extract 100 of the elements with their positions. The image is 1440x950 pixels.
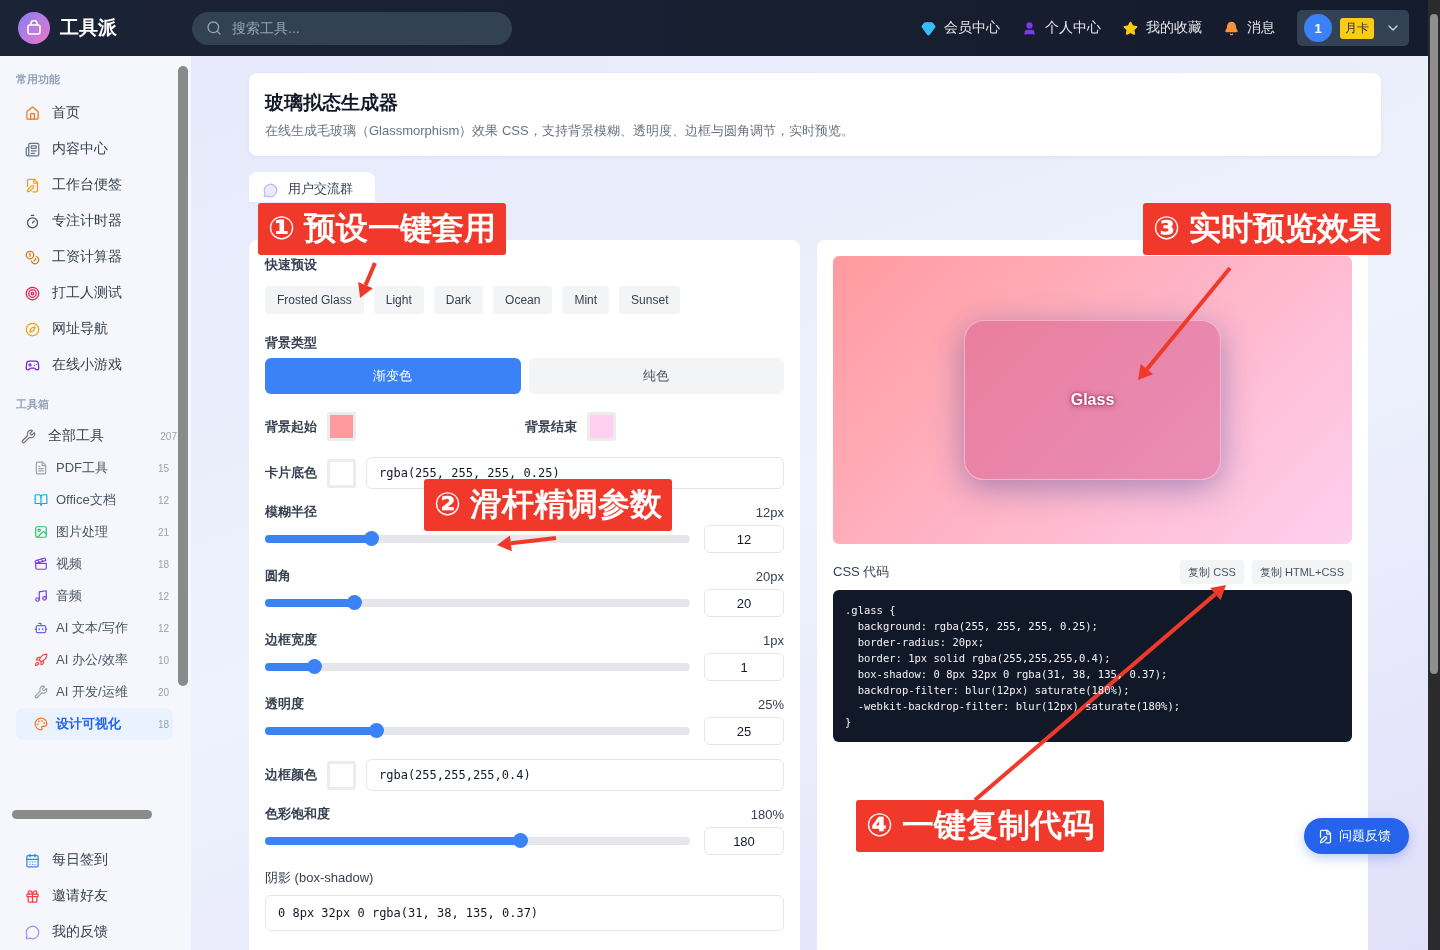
number-field[interactable]: 180 <box>704 827 784 855</box>
color-value-field[interactable]: rgba(255,255,255,0.4) <box>366 759 784 791</box>
copy-button[interactable]: 复制 HTML+CSS <box>1251 560 1352 584</box>
slider-thumb[interactable] <box>364 531 380 546</box>
number-field[interactable]: 25 <box>704 717 784 745</box>
nav-link[interactable]: 我的收藏 <box>1123 19 1202 37</box>
preset-button[interactable]: Light <box>373 286 424 314</box>
sidebar-item[interactable]: 网址导航 <box>16 311 173 347</box>
sidebar-item[interactable]: 图片处理 21 <box>16 516 173 548</box>
scrollbar[interactable] <box>178 66 188 686</box>
slider-label: 边框宽度 <box>265 631 317 649</box>
scrollbar[interactable] <box>12 809 152 819</box>
copy-button[interactable]: 复制 CSS <box>1180 560 1244 584</box>
sidebar-item[interactable]: 在线小游戏 <box>16 347 173 383</box>
feedback-button[interactable]: 问题反馈 <box>1304 818 1409 854</box>
tool-category-icon <box>34 685 48 699</box>
segment-button[interactable]: 渐变色 <box>265 358 521 394</box>
sidebar-item[interactable]: 工资计算器 <box>16 239 173 275</box>
sidebar-item[interactable]: 打工人测试 <box>16 275 173 311</box>
item-count: 207 <box>160 430 177 442</box>
menu-icon <box>25 285 40 301</box>
sidebar-item[interactable]: 我的反馈 <box>16 914 173 950</box>
segment-button[interactable]: 纯色 <box>528 358 784 394</box>
nav-link[interactable]: 消息 <box>1224 19 1275 37</box>
item-count: 10 <box>157 654 169 666</box>
star-icon <box>1123 20 1138 36</box>
color-swatch[interactable] <box>327 412 356 441</box>
field-label: 背景结束 <box>524 417 577 436</box>
code-line: -webkit-backdrop-filter: blur(12px) saturate(180%); <box>856 699 1182 714</box>
tool-category-icon <box>34 589 48 603</box>
tool-category-icon <box>34 717 48 731</box>
slider-reading: 12px <box>755 504 784 520</box>
logo-text[interactable]: 工具派 <box>60 15 192 41</box>
sidebar-item[interactable]: 每日签到 <box>16 842 173 878</box>
preset-button[interactable]: Ocean <box>493 286 553 314</box>
menu-icon <box>25 852 40 868</box>
sidebar-item[interactable]: AI 办公/效率 10 <box>16 644 173 676</box>
tools-icon <box>21 428 36 444</box>
slider-thumb[interactable] <box>306 659 322 674</box>
slider-reading: 1px <box>763 632 784 648</box>
callout-label: ① 预设一键套用 <box>258 203 506 255</box>
page-title: 玻璃拟态生成器 <box>265 91 399 115</box>
shadow-field[interactable]: 0 8px 32px 0 rgba(31, 38, 135, 0.37) <box>265 895 784 931</box>
sidebar-item[interactable]: 内容中心 <box>16 131 173 167</box>
slider-thumb[interactable] <box>368 723 384 738</box>
sidebar-item[interactable]: 视频 18 <box>16 548 173 580</box>
user-icon <box>1022 20 1037 36</box>
search-icon <box>206 19 222 36</box>
code-line: border: 1px solid rgba(255,255,255,0.4); <box>856 651 1112 666</box>
color-swatch[interactable] <box>586 412 616 441</box>
membership-badge: 月卡 <box>1340 17 1374 39</box>
tool-category-icon <box>34 461 48 475</box>
sidebar-item[interactable]: 工作台便签 <box>16 167 173 203</box>
tool-category-icon <box>34 557 48 571</box>
tool-category-icon <box>34 653 48 667</box>
menu-icon <box>25 321 40 337</box>
item-count: 21 <box>157 526 169 538</box>
menu-icon <box>25 357 40 373</box>
preset-button[interactable]: Mint <box>562 286 610 314</box>
menu-icon <box>25 249 40 265</box>
tool-category-icon <box>34 621 48 635</box>
sidebar-item[interactable]: 邀请好友 <box>16 878 173 914</box>
slider-thumb[interactable] <box>347 595 363 610</box>
slider-reading: 20px <box>755 568 784 584</box>
search-field[interactable]: 搜索工具... <box>192 11 512 45</box>
item-count: 20 <box>157 686 169 698</box>
number-field[interactable]: 12 <box>704 525 784 553</box>
sidebar-item[interactable]: Office文档 12 <box>16 484 173 516</box>
sidebar-item[interactable]: AI 开发/运维 20 <box>16 676 173 708</box>
section-label: 背景类型 <box>265 334 318 352</box>
sidebar-item[interactable]: 设计可视化 18 <box>16 708 173 740</box>
field-label: 边框颜色 <box>265 766 317 784</box>
nav-link[interactable]: 会员中心 <box>921 19 1000 37</box>
callout-label: ② 滑杆精调参数 <box>424 479 672 531</box>
nav-link[interactable]: 个人中心 <box>1022 19 1101 37</box>
callout-label: ③ 实时预览效果 <box>1143 203 1391 255</box>
sidebar-item[interactable]: 首页 <box>16 95 173 131</box>
preset-button[interactable]: Frosted Glass <box>265 286 364 314</box>
number-field[interactable]: 20 <box>704 589 784 617</box>
preset-button[interactable]: Sunset <box>619 286 681 314</box>
field-label: 卡片底色 <box>265 464 317 482</box>
item-count: 12 <box>157 590 169 602</box>
item-count: 12 <box>157 494 169 506</box>
sidebar-item[interactable]: PDF工具 15 <box>16 452 173 484</box>
preset-button[interactable]: Dark <box>433 286 484 314</box>
sidebar-item[interactable]: 专注计时器 <box>16 203 173 239</box>
item-count: 15 <box>157 462 169 474</box>
sidebar-item[interactable]: AI 文本/写作 12 <box>16 612 173 644</box>
menu-icon <box>25 105 40 121</box>
sidebar-item[interactable]: 音频 12 <box>16 580 173 612</box>
tool-category-icon <box>34 525 48 539</box>
group-link[interactable]: 用户交流群 <box>249 172 375 202</box>
menu-icon <box>25 177 40 193</box>
user-menu[interactable]: 1 月卡 <box>1297 10 1409 46</box>
scrollbar[interactable] <box>1430 14 1438 674</box>
logo-icon[interactable] <box>18 12 50 44</box>
slider-thumb[interactable] <box>513 833 528 848</box>
slider-label: 透明度 <box>265 695 304 713</box>
menu-icon <box>25 213 40 229</box>
number-field[interactable]: 1 <box>704 653 784 681</box>
